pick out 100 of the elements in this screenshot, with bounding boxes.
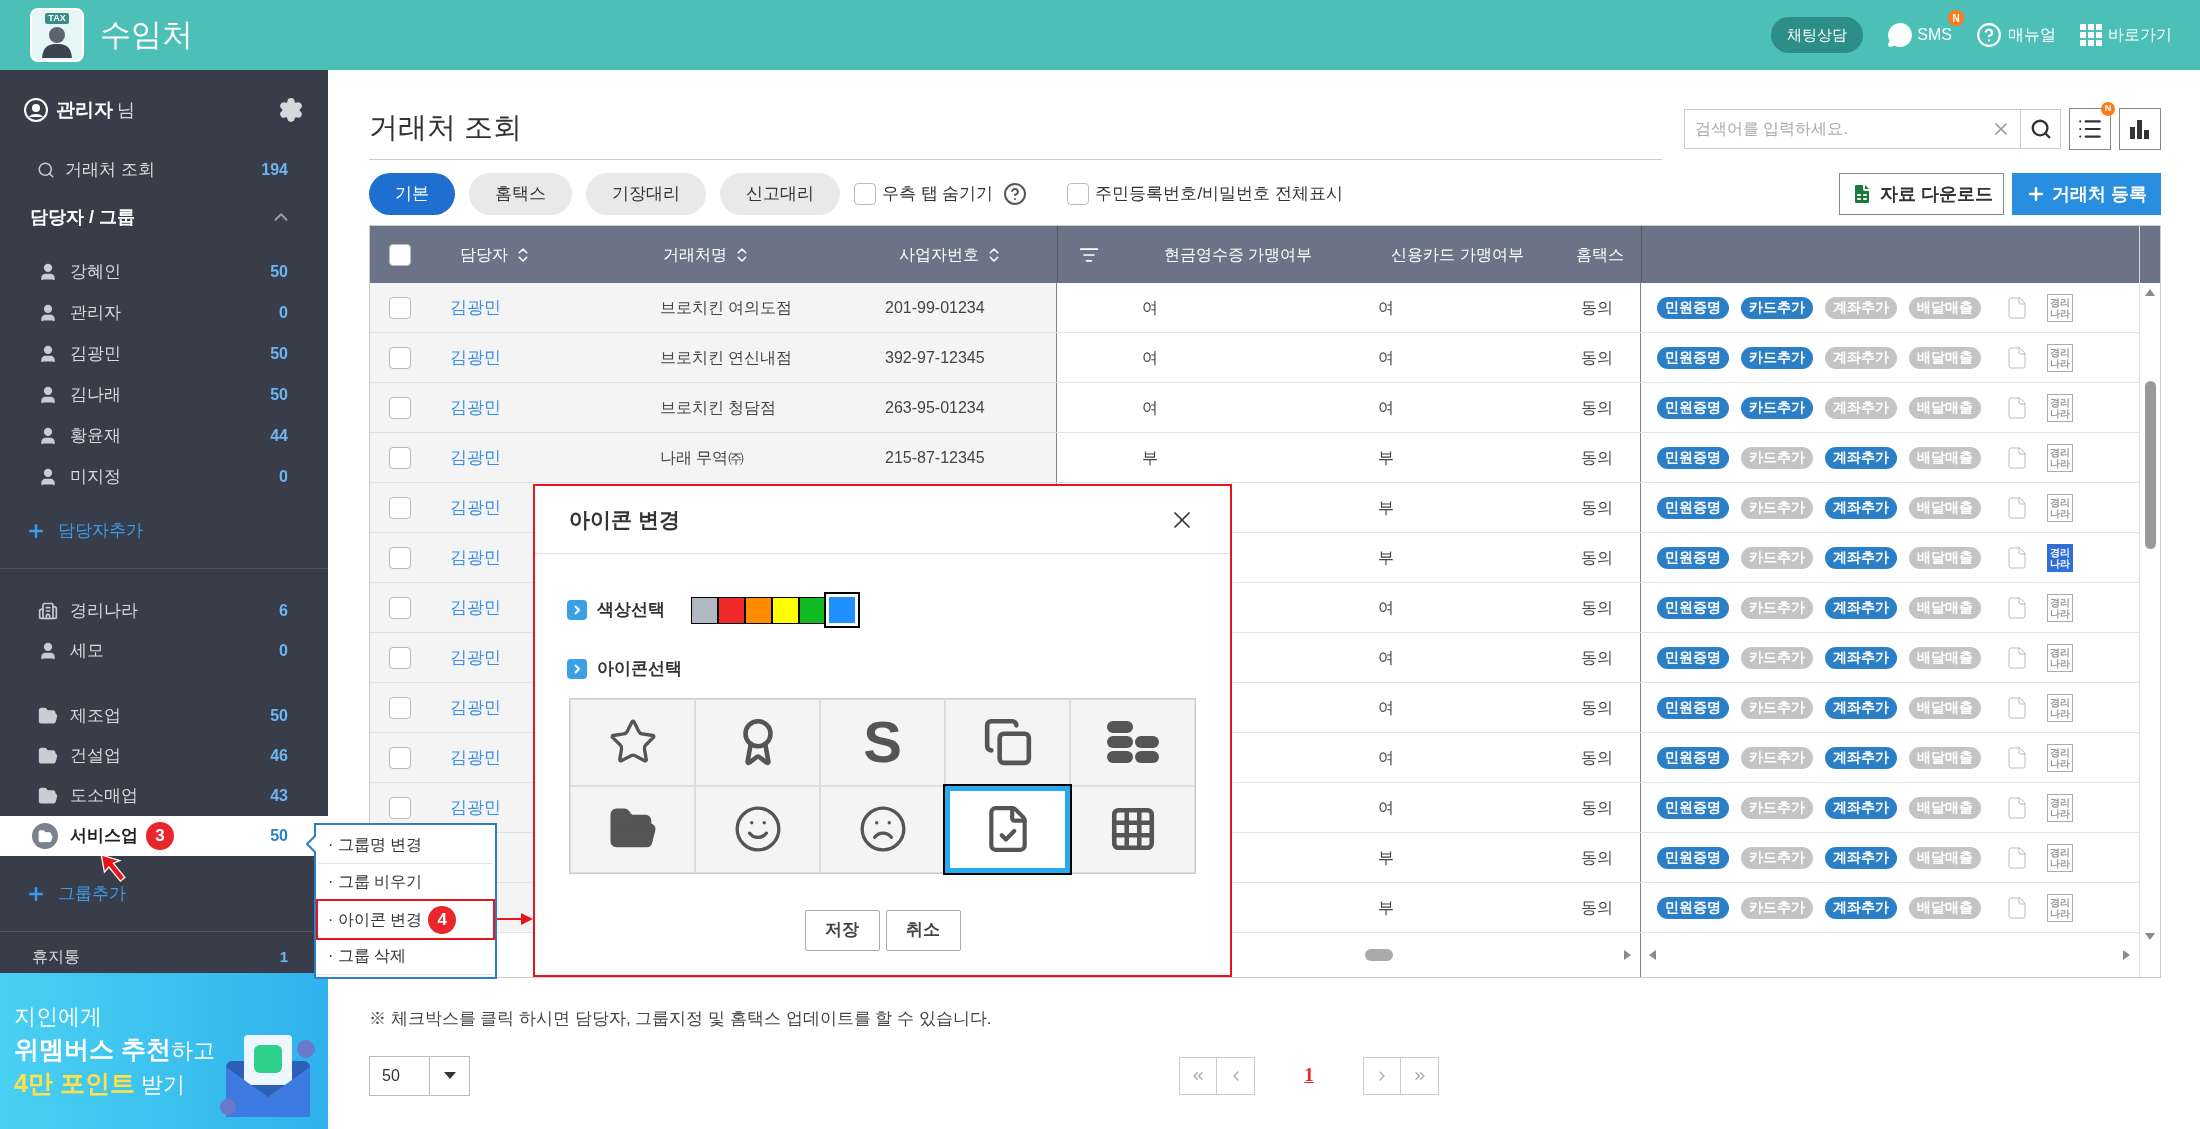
column-header[interactable]: 거래처명 (663, 242, 727, 267)
group-item[interactable]: 서비스업 3 50 (0, 816, 328, 856)
service-tag[interactable]: 계좌추가 (1825, 896, 1897, 919)
shortcuts-link[interactable]: 바로가기 (2108, 23, 2172, 47)
row-checkbox[interactable] (389, 446, 411, 469)
group-item[interactable]: 경리나라 6 (0, 591, 328, 631)
dialog-button[interactable]: 저장 (804, 909, 880, 951)
option-checkbox[interactable] (854, 183, 876, 205)
stamp-label[interactable]: 경리나라 (2047, 293, 2073, 322)
group-item[interactable]: 도소매업 43 (0, 776, 328, 816)
group-item[interactable]: 제조업 50 (0, 696, 328, 736)
stamp-label[interactable]: 경리나라 (2047, 393, 2073, 422)
service-tag[interactable]: 카드추가 (1741, 346, 1813, 369)
scroll-thumb[interactable] (2144, 381, 2156, 549)
page-size-select[interactable]: 50 (369, 1055, 470, 1096)
service-tag[interactable]: 카드추가 (1741, 296, 1813, 319)
manager-item[interactable]: 관리자 0 (0, 292, 328, 333)
row-checkbox[interactable] (389, 796, 411, 819)
scroll-up-icon[interactable] (2144, 287, 2156, 299)
icon-option[interactable]: S (820, 698, 945, 786)
color-swatch[interactable] (718, 596, 745, 624)
service-tag[interactable]: 민원증명 (1657, 446, 1729, 469)
manager-item[interactable]: 김광민 50 (0, 333, 328, 374)
service-tag[interactable]: 민원증명 (1657, 846, 1729, 869)
manager-item[interactable]: 김나래 50 (0, 374, 328, 415)
sms-link[interactable]: SMS (1917, 23, 1952, 47)
service-tag[interactable]: 카드추가 (1741, 396, 1813, 419)
download-button[interactable]: 자료 다운로드 (1838, 173, 2004, 215)
option-label[interactable]: 주민등록번호/비밀번호 전체표시 (1095, 181, 1343, 207)
service-tag[interactable]: 계좌추가 (1825, 796, 1897, 819)
stamp-label[interactable]: 경리나라 (2047, 543, 2073, 572)
service-tag[interactable]: 계좌추가 (1825, 696, 1897, 719)
stamp-label[interactable]: 경리나라 (2047, 493, 2073, 522)
menu-item[interactable]: · 그룹 삭제 (318, 938, 493, 975)
row-checkbox[interactable] (389, 496, 411, 519)
manager-item[interactable]: 미지정 0 (0, 456, 328, 497)
search-menu-item[interactable]: 거래처 조회 194 (0, 150, 328, 190)
row-checkbox[interactable] (389, 296, 411, 319)
filter-tab[interactable]: 기장대리 (586, 173, 706, 215)
table-cell[interactable]: 김광민 (430, 333, 633, 382)
service-tag[interactable]: 민원증명 (1657, 496, 1729, 519)
letter-icon[interactable]: S (863, 713, 902, 771)
chat-bubble-icon[interactable] (1887, 22, 1914, 48)
scroll-thumb[interactable] (1365, 949, 1393, 961)
add-manager-link[interactable]: 담당자추가 (0, 510, 328, 552)
stamp-label[interactable]: 경리나라 (2047, 443, 2073, 472)
menu-item[interactable]: · 그룹명 변경 (318, 827, 493, 864)
option-label[interactable]: 우측 탭 숨기기 (882, 181, 994, 207)
table-cell[interactable]: 김광민 (430, 433, 633, 482)
stack-icon[interactable] (1104, 719, 1161, 765)
service-tag[interactable]: 민원증명 (1657, 596, 1729, 619)
row-checkbox[interactable] (389, 746, 411, 769)
service-tag[interactable]: 계좌추가 (1825, 496, 1897, 519)
stamp-label[interactable]: 경리나라 (2047, 893, 2073, 922)
group-item[interactable]: 세모 0 (0, 631, 328, 671)
service-tag[interactable]: 민원증명 (1657, 546, 1729, 569)
search-field[interactable]: 검색어를 입력하세요. (1684, 109, 2021, 149)
service-tag[interactable]: 민원증명 (1657, 346, 1729, 369)
scroll-left-icon[interactable] (1647, 949, 1659, 961)
chart-view-button[interactable] (2119, 108, 2161, 150)
add-client-button[interactable]: 거래처 등록 (2012, 173, 2161, 215)
stamp-label[interactable]: 경리나라 (2047, 693, 2073, 722)
select-all-checkbox[interactable] (389, 243, 411, 266)
stamp-label[interactable]: 경리나라 (2047, 593, 2073, 622)
stamp-label[interactable]: 경리나라 (2047, 793, 2073, 822)
chat-button[interactable]: 채팅상담 (1771, 17, 1864, 53)
row-checkbox[interactable] (389, 546, 411, 569)
stamp-label[interactable]: 경리나라 (2047, 343, 2073, 372)
service-tag[interactable]: 민원증명 (1657, 896, 1729, 919)
settings-icon[interactable] (278, 97, 304, 123)
service-tag[interactable]: 민원증명 (1657, 746, 1729, 769)
table-cell[interactable]: 김광민 (430, 283, 633, 332)
copy-icon[interactable] (982, 717, 1033, 767)
option-checkbox[interactable] (1067, 183, 1090, 205)
filter-tab[interactable]: 기본 (369, 173, 455, 215)
stamp-label[interactable]: 경리나라 (2047, 643, 2073, 672)
group-item[interactable]: 건설업 46 (0, 736, 328, 776)
help-icon[interactable] (1003, 182, 1028, 206)
service-tag[interactable]: 계좌추가 (1825, 596, 1897, 619)
manager-item[interactable]: 황윤재 44 (0, 415, 328, 456)
filter-tab[interactable]: 홈택스 (469, 173, 572, 215)
manual-link[interactable]: 매뉴얼 (2008, 23, 2056, 47)
search-button[interactable] (2021, 109, 2061, 149)
service-tag[interactable]: 민원증명 (1657, 396, 1729, 419)
row-checkbox[interactable] (389, 396, 411, 419)
service-tag[interactable]: 계좌추가 (1825, 446, 1897, 469)
table-cell[interactable]: 김광민 (430, 383, 633, 432)
color-swatch[interactable] (691, 596, 718, 624)
manager-item[interactable]: 강혜인 50 (0, 251, 328, 292)
dialog-button[interactable]: 취소 (885, 909, 961, 951)
service-tag[interactable]: 민원증명 (1657, 296, 1729, 319)
color-swatch[interactable] (799, 596, 826, 624)
stamp-label[interactable]: 경리나라 (2047, 743, 2073, 772)
service-tag[interactable]: 민원증명 (1657, 646, 1729, 669)
menu-item[interactable]: · 그룹 비우기 (318, 864, 493, 901)
column-header[interactable]: 담당자 (460, 242, 508, 267)
page-link[interactable]: 1 (1304, 1061, 1314, 1090)
service-tag[interactable]: 계좌추가 (1825, 646, 1897, 669)
row-checkbox[interactable] (389, 596, 411, 619)
row-checkbox[interactable] (389, 696, 411, 719)
